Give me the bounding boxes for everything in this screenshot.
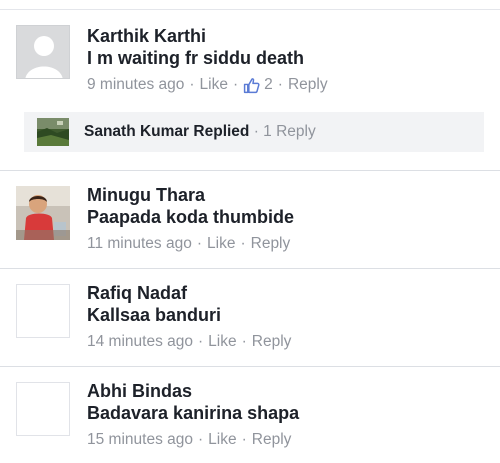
separator-dot: · — [232, 76, 239, 93]
separator-dot: · — [198, 333, 204, 350]
reply-author-name[interactable]: Sanath Kumar — [84, 123, 189, 140]
reply-avatar[interactable] — [37, 118, 69, 146]
reply-link[interactable]: Reply — [288, 74, 328, 96]
reply-link[interactable]: Reply — [251, 233, 291, 255]
commenter-name[interactable]: Rafiq Nadaf — [87, 282, 291, 304]
commenter-name[interactable]: Abhi Bindas — [87, 380, 299, 402]
comment-text: Badavara kanirina shapa — [87, 403, 300, 423]
separator-dot: · — [196, 235, 203, 252]
comment-meta: 14 minutes ago · Like · Reply — [87, 331, 291, 353]
comment-divider — [0, 366, 500, 367]
like-link[interactable]: Like — [208, 429, 236, 451]
like-link[interactable]: Like — [207, 233, 235, 255]
commenter-name[interactable]: Karthik Karthi — [87, 25, 328, 47]
avatar[interactable] — [16, 382, 70, 436]
like-link[interactable]: Like — [200, 74, 228, 96]
reply-action-label[interactable]: Replied — [193, 123, 249, 140]
reply-count-link[interactable]: 1 Reply — [263, 123, 316, 140]
comment-divider — [0, 268, 500, 269]
avatar[interactable] — [16, 284, 70, 338]
timestamp-link[interactable]: 14 minutes ago — [87, 331, 193, 353]
comment-text: I m waiting fr siddu death — [87, 48, 305, 68]
like-link[interactable]: Like — [208, 331, 236, 353]
separator-dot: · — [198, 431, 204, 448]
reply-link[interactable]: Reply — [252, 429, 292, 451]
reply-summary-text: Sanath Kumar Replied · 1 Reply — [84, 121, 316, 143]
reply-link[interactable]: Reply — [252, 331, 292, 353]
separator-dot: · — [241, 333, 247, 350]
separator-dot: · — [253, 123, 264, 140]
landscape-photo-icon — [37, 118, 69, 146]
avatar[interactable] — [16, 186, 70, 240]
timestamp-link[interactable]: 15 minutes ago — [87, 429, 193, 451]
comment-meta: 11 minutes ago · Like · Reply — [87, 233, 294, 255]
separator-dot: · — [241, 431, 247, 448]
separator-dot: · — [277, 76, 283, 93]
separator-dot: · — [240, 235, 246, 252]
comment-meta: 15 minutes ago · Like · Reply — [87, 429, 299, 451]
avatar[interactable] — [16, 25, 70, 79]
timestamp-link[interactable]: 9 minutes ago — [87, 74, 184, 96]
separator-dot: · — [189, 76, 195, 93]
reply-summary-bar[interactable]: Sanath Kumar Replied · 1 Reply — [24, 112, 484, 152]
like-count[interactable]: 2 — [264, 74, 273, 96]
commenter-name[interactable]: Minugu Thara — [87, 184, 294, 206]
comment-text: Paapada koda thumbide — [87, 207, 295, 227]
comment-divider — [0, 170, 500, 171]
child-photo-icon — [16, 186, 70, 240]
top-divider — [0, 9, 500, 10]
comment-meta: 9 minutes ago · Like · 2 · Reply — [87, 74, 328, 96]
default-avatar-icon — [17, 26, 69, 78]
comment-text: Kallsaa banduri — [87, 305, 222, 325]
timestamp-link[interactable]: 11 minutes ago — [87, 233, 192, 255]
thumbs-up-icon[interactable] — [243, 77, 260, 94]
